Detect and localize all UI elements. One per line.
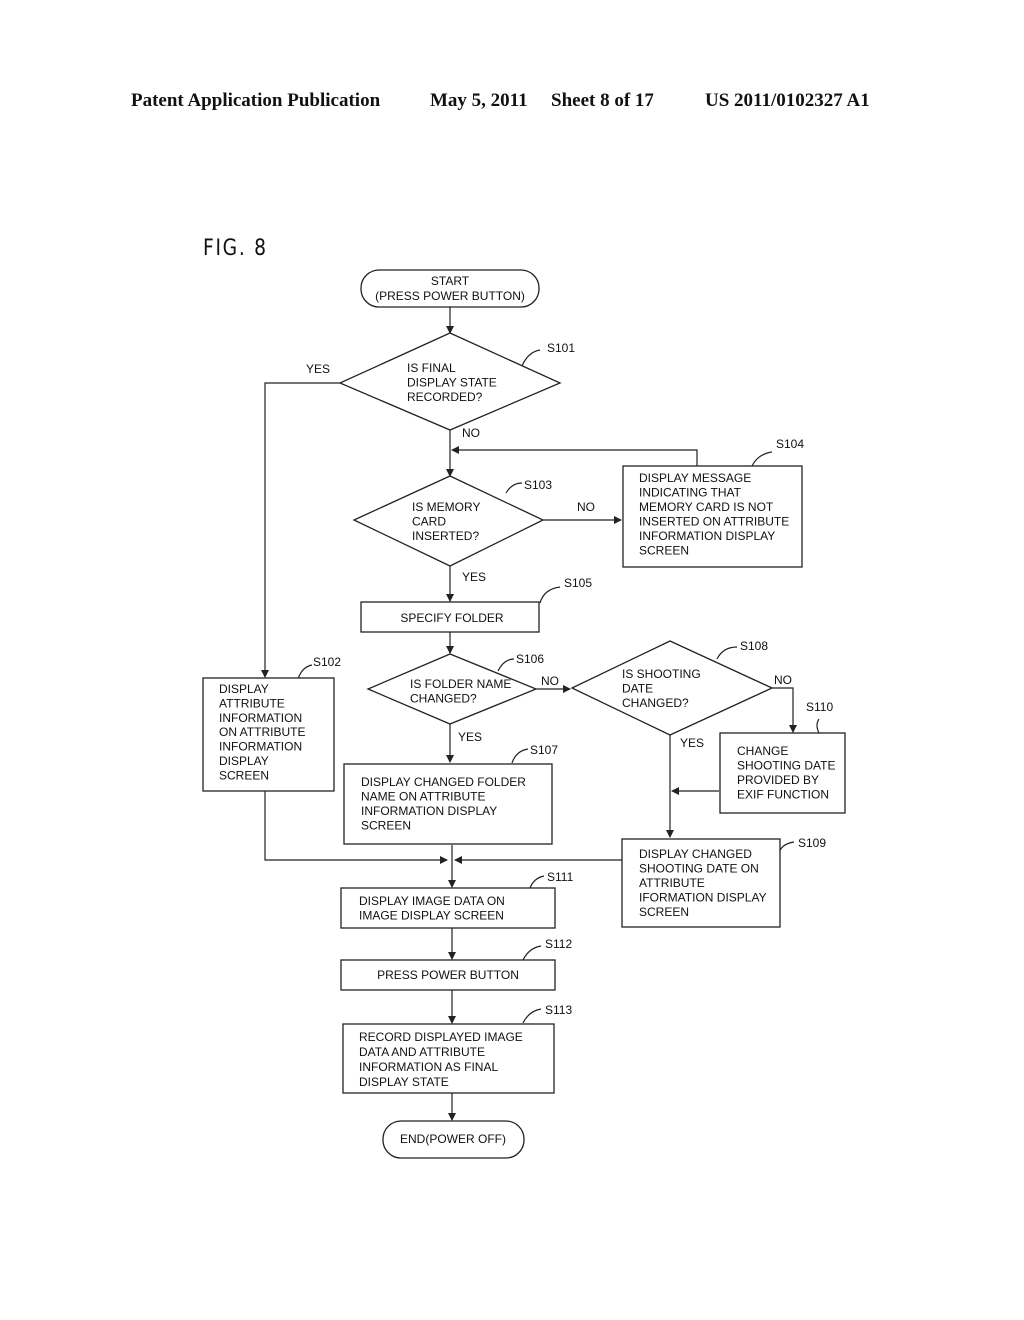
s106-yes-label: YES xyxy=(458,730,482,744)
edge-s104-loop xyxy=(451,446,698,466)
s110-id: S110 xyxy=(806,700,833,714)
s108-yes-label: YES xyxy=(680,736,704,750)
s112-id: S112 xyxy=(545,937,572,951)
s109-text-line: SHOOTING DATE ON xyxy=(639,862,759,876)
s113-text-line: INFORMATION AS FINAL xyxy=(359,1060,498,1074)
s105-text-line: SPECIFY FOLDER xyxy=(400,611,503,625)
s112-text-line: PRESS POWER BUTTON xyxy=(377,968,519,982)
s106-id: S106 xyxy=(516,652,544,666)
s103-id: S103 xyxy=(524,478,552,492)
s102-text-line: DISPLAY xyxy=(219,754,269,768)
s105-text: SPECIFY FOLDER xyxy=(400,611,503,625)
edge-s108-no-s110 xyxy=(772,687,797,733)
s109-text-line: SCREEN xyxy=(639,905,689,919)
s108-text-line: DATE xyxy=(622,682,653,696)
s113-text-line: DISPLAY STATE xyxy=(359,1075,449,1089)
s104-text-line: SCREEN xyxy=(639,544,689,558)
s108-text-line: CHANGED? xyxy=(622,696,689,710)
s108-decision xyxy=(570,640,774,736)
flowchart: S101 S102 S103 S104 S105 S106 S108 S107 … xyxy=(202,269,846,1159)
start-text-line: (PRESS POWER BUTTON) xyxy=(375,289,525,303)
s109-text-line: DISPLAY CHANGED xyxy=(639,847,752,861)
s101-id: S101 xyxy=(547,341,575,355)
s102-text-line: SCREEN xyxy=(219,768,269,782)
s107-text-line: SCREEN xyxy=(361,819,411,833)
s107-id: S107 xyxy=(530,743,558,757)
s106-text-line: IS FOLDER NAME xyxy=(410,677,511,691)
s107-text-line: DISPLAY CHANGED FOLDER xyxy=(361,775,526,789)
edge-s101-yes-s102 xyxy=(261,382,340,678)
end-text: END(POWER OFF) xyxy=(400,1132,506,1146)
s102-text-line: INFORMATION xyxy=(219,740,302,754)
s103-text-line: CARD xyxy=(412,515,446,529)
s109-text-line: IFORMATION DISPLAY xyxy=(639,891,767,905)
s104-text-line: INFORMATION DISPLAY xyxy=(639,529,775,543)
s111-text: DISPLAY IMAGE DATA ON IMAGE DISPLAY SCREE… xyxy=(359,894,505,923)
s101-text-line: IS FINAL xyxy=(407,361,456,375)
s103-yes-label: YES xyxy=(462,570,486,584)
s109-id: S109 xyxy=(798,836,826,850)
s110-text-line: PROVIDED BY xyxy=(737,773,819,787)
s104-text-line: INSERTED ON ATTRIBUTE xyxy=(639,515,789,529)
s108-no-label: NO xyxy=(774,673,792,687)
s105-id: S105 xyxy=(564,576,592,590)
s101-text-line: RECORDED? xyxy=(407,390,483,404)
s113-text-line: DATA AND ATTRIBUTE xyxy=(359,1045,485,1059)
s108-text-line: IS SHOOTING xyxy=(622,667,701,681)
s109-text-line: ATTRIBUTE xyxy=(639,876,705,890)
s108-id: S108 xyxy=(740,639,768,653)
s101-no-label: NO xyxy=(462,426,480,440)
s101-text-line: DISPLAY STATE xyxy=(407,376,497,390)
s110-text-line: SHOOTING DATE xyxy=(737,759,835,773)
end-text-line: END(POWER OFF) xyxy=(400,1132,506,1146)
s112-text: PRESS POWER BUTTON xyxy=(377,968,519,982)
s104-text-line: INDICATING THAT xyxy=(639,486,742,500)
s102-id: S102 xyxy=(313,655,341,669)
s111-text-line: DISPLAY IMAGE DATA ON xyxy=(359,894,505,908)
s102-text-line: ON ATTRIBUTE xyxy=(219,725,305,739)
s103-decision xyxy=(352,475,545,567)
start-text-line: START xyxy=(431,274,470,288)
s111-text-line: IMAGE DISPLAY SCREEN xyxy=(359,909,504,923)
s102-text-line: INFORMATION xyxy=(219,711,302,725)
s106-no-label: NO xyxy=(541,674,559,688)
s103-text-line: INSERTED? xyxy=(412,529,479,543)
s106-text-line: CHANGED? xyxy=(410,692,477,706)
s104-id: S104 xyxy=(776,437,804,451)
s110-text-line: CHANGE xyxy=(737,744,788,758)
s102-text-line: DISPLAY xyxy=(219,682,269,696)
s104-text-line: DISPLAY MESSAGE xyxy=(639,471,751,485)
s107-text-line: INFORMATION DISPLAY xyxy=(361,804,497,818)
s111-id: S111 xyxy=(547,870,574,884)
s113-id: S113 xyxy=(545,1003,572,1017)
s103-no-label: NO xyxy=(577,500,595,514)
s113-text-line: RECORD DISPLAYED IMAGE xyxy=(359,1030,523,1044)
s107-text-line: NAME ON ATTRIBUTE xyxy=(361,790,485,804)
s104-text-line: MEMORY CARD IS NOT xyxy=(639,500,774,514)
s103-text-line: IS MEMORY xyxy=(412,500,480,514)
s110-text-line: EXIF FUNCTION xyxy=(737,788,829,802)
s101-yes-label: YES xyxy=(306,362,330,376)
s102-text-line: ATTRIBUTE xyxy=(219,696,285,710)
